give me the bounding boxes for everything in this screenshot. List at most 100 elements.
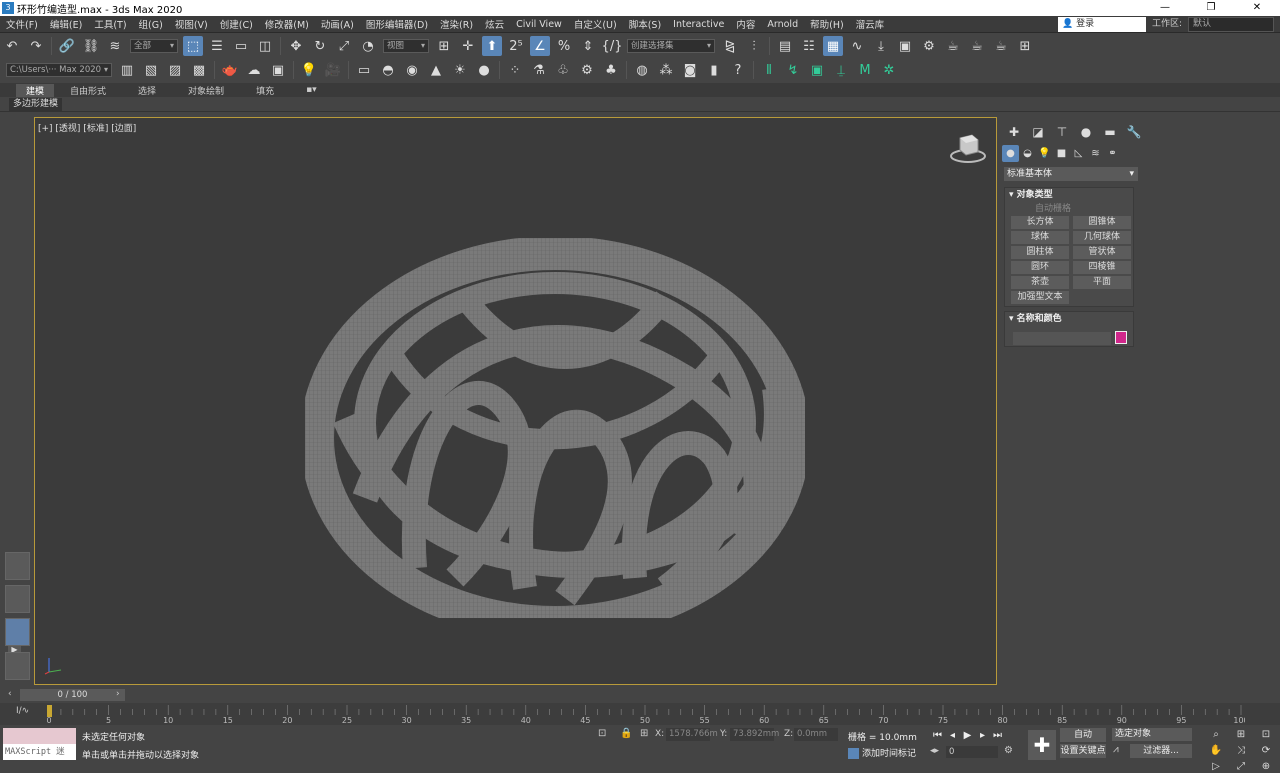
cameras-icon[interactable]: ■ — [1053, 145, 1070, 162]
motion-tab-icon[interactable]: ● — [1074, 123, 1098, 141]
menu-arnold[interactable]: Arnold — [761, 19, 804, 30]
disc-icon[interactable]: ◉ — [402, 60, 422, 80]
layout-quad-icon[interactable] — [5, 552, 30, 580]
dome-icon[interactable]: ◓ — [378, 60, 398, 80]
scatter-icon[interactable]: ⁘ — [505, 60, 525, 80]
cone-light-icon[interactable]: ▲ — [426, 60, 446, 80]
angle-snap-icon[interactable]: ∠ — [530, 36, 550, 56]
modify-tab-icon[interactable]: ◪ — [1026, 123, 1050, 141]
rect-select-region-icon[interactable]: ▭ — [231, 36, 251, 56]
sphere-button[interactable]: 球体 — [1011, 231, 1069, 244]
teapot-icon[interactable]: 🫖 — [220, 60, 240, 80]
primitive-category-dropdown[interactable]: 标准基本体 — [1004, 167, 1138, 181]
track-bar-toggle-icon[interactable]: Ⅰ∕∿ — [16, 706, 29, 716]
hierarchy-tab-icon[interactable]: ⊤ — [1050, 123, 1074, 141]
minimize-button[interactable]: — — [1142, 0, 1188, 16]
gear-icon[interactable]: ⚙ — [577, 60, 597, 80]
snaps-toggle-icon[interactable]: 2⁵ — [506, 36, 526, 56]
image-icon[interactable]: ▣ — [268, 60, 288, 80]
autogrid-checkbox[interactable]: 自动栅格 — [1005, 202, 1133, 216]
menu-create[interactable]: 创建(C) — [214, 17, 259, 31]
material-icon[interactable]: ⚗ — [529, 60, 549, 80]
workspace-dropdown[interactable]: 默认 — [1188, 17, 1274, 32]
time-config-icon[interactable]: ⚙ — [1004, 745, 1013, 756]
scene-explorer-icon[interactable]: ▤ — [775, 36, 795, 56]
time-slider[interactable]: 0 / 100 — [20, 689, 125, 701]
edit-named-sel-icon[interactable]: {/} — [602, 36, 623, 56]
layout-grid-icon[interactable] — [5, 652, 30, 680]
fov-icon[interactable]: ▷ — [1205, 760, 1227, 773]
undo-icon[interactable]: ↶ — [2, 36, 22, 56]
schematic-view-icon[interactable]: ⤓ — [871, 36, 891, 56]
spacewarps-icon[interactable]: ≋ — [1087, 145, 1104, 162]
menu-customize[interactable]: 自定义(U) — [568, 17, 623, 31]
cylinder-button[interactable]: 圆柱体 — [1011, 246, 1069, 259]
frame-ruler[interactable]: 0 5 10 15 20 25 30 35 40 45 50 55 60 65 70 75 80 85 90 95 10… — [45, 703, 1245, 725]
material-editor-icon[interactable]: ▣ — [895, 36, 915, 56]
menu-file[interactable]: 文件(F) — [0, 17, 44, 31]
add-time-tag-button[interactable]: 添加时间标记 — [848, 746, 916, 759]
sphere-icon[interactable]: ◍ — [632, 60, 652, 80]
orbit-sub-icon[interactable]: ⊕ — [1255, 760, 1277, 773]
zoom-extents-icon[interactable]: ⊡ — [1255, 728, 1277, 741]
project-folder-icon[interactable]: ▥ — [117, 60, 137, 80]
spinner-snap-icon[interactable]: ⇕ — [578, 36, 598, 56]
cloud-icon[interactable]: ☁ — [244, 60, 264, 80]
ribbon-toggle-icon[interactable]: ▦ — [823, 36, 843, 56]
camera-icon[interactable]: 🎥 — [323, 60, 343, 80]
cone-button[interactable]: 圆锥体 — [1073, 216, 1131, 229]
menu-xuanyun[interactable]: 炫云 — [479, 17, 510, 31]
prev-key-icon[interactable]: ◂ — [945, 728, 960, 743]
next-key-icon[interactable]: ▸ — [975, 728, 990, 743]
current-frame-field[interactable]: 0 — [946, 746, 998, 758]
layer-explorer-icon[interactable]: ☷ — [799, 36, 819, 56]
torus-button[interactable]: 圆环 — [1011, 261, 1069, 274]
container-edit-icon[interactable]: ▩ — [189, 60, 209, 80]
geosphere-button[interactable]: 几何球体 — [1073, 231, 1131, 244]
menu-views[interactable]: 视图(V) — [169, 17, 214, 31]
isolate-icon[interactable]: ⊡ — [598, 728, 606, 739]
plugin-a-icon[interactable]: ⫴ — [759, 60, 779, 80]
play-icon[interactable]: ▶ — [960, 728, 975, 743]
geometry-icon[interactable]: ● — [1002, 145, 1019, 162]
lights-icon[interactable]: 💡 — [1036, 145, 1053, 162]
utilities-tab-icon[interactable]: 🔧 — [1122, 123, 1146, 141]
menu-scripting[interactable]: 脚本(S) — [623, 17, 667, 31]
select-manipulate-icon[interactable]: ✛ — [458, 36, 478, 56]
tube-button[interactable]: 管状体 — [1073, 246, 1131, 259]
project-path-dropdown[interactable]: C:\Users\··· Max 2020 — [6, 63, 112, 77]
scale-icon[interactable]: ⤢ — [334, 36, 354, 56]
box-primitive-icon[interactable]: ▭ — [354, 60, 374, 80]
next-frame-icon[interactable]: › — [116, 689, 120, 699]
pan-icon[interactable]: ✋ — [1205, 744, 1227, 757]
lock-icon[interactable]: 🔒 — [620, 728, 632, 739]
menu-graph-editors[interactable]: 图形编辑器(D) — [360, 17, 434, 31]
tab-populate[interactable]: 填充 — [240, 84, 290, 97]
render-window-icon[interactable]: ◙ — [680, 60, 700, 80]
systems-icon[interactable]: ⚭ — [1104, 145, 1121, 162]
bind-spacewarp-icon[interactable]: ≋ — [105, 36, 125, 56]
plugin-c-icon[interactable]: ▣ — [807, 60, 827, 80]
text-plus-button[interactable]: 加强型文本 — [1011, 291, 1069, 304]
render-frame-icon[interactable]: ☕ — [943, 36, 963, 56]
menu-help[interactable]: 帮助(H) — [804, 17, 850, 31]
sphere-light-icon[interactable]: ● — [474, 60, 494, 80]
abs-mode-icon[interactable]: ⊞ — [640, 728, 648, 739]
menu-rendering[interactable]: 渲染(R) — [434, 17, 479, 31]
goto-end-icon[interactable]: ⏭ — [990, 728, 1005, 743]
orbit-icon[interactable]: ⟳ — [1255, 744, 1277, 757]
close-button[interactable]: ✕ — [1234, 0, 1280, 16]
shapes-icon[interactable]: ◒ — [1019, 145, 1036, 162]
container-add-icon[interactable]: ▨ — [165, 60, 185, 80]
zoom-icon[interactable]: ⌕ — [1205, 728, 1227, 741]
sun-icon[interactable]: ☀ — [450, 60, 470, 80]
y-coordinate-field[interactable]: 73.892mm — [730, 728, 779, 741]
menu-tools[interactable]: 工具(T) — [88, 17, 132, 31]
plane-button[interactable]: 平面 — [1073, 276, 1131, 289]
asset-icon[interactable]: ▮ — [704, 60, 724, 80]
mirror-icon[interactable]: ⧎ — [720, 36, 740, 56]
set-key-button[interactable]: 设置关键点 — [1060, 744, 1106, 758]
display-tab-icon[interactable]: ▬ — [1098, 123, 1122, 141]
move-icon[interactable]: ✥ — [286, 36, 306, 56]
menu-interactive[interactable]: Interactive — [667, 19, 730, 30]
